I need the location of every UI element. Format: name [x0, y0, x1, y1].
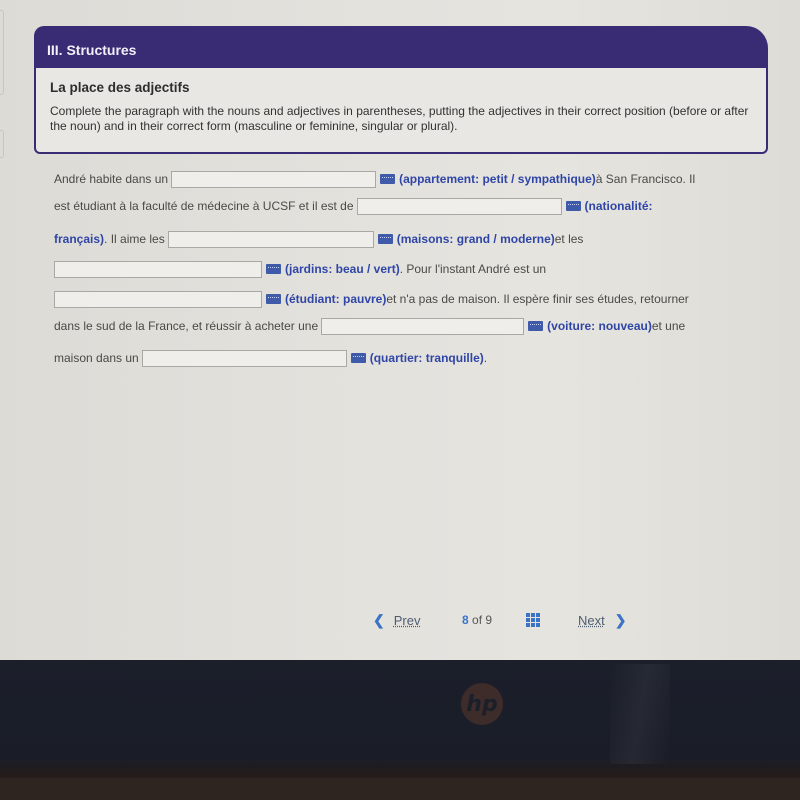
chevron-right-icon: ❯: [614, 612, 627, 628]
next-label: Next: [578, 613, 605, 628]
text: . Pour l'instant André est un: [399, 262, 547, 276]
side-panel-edge: [0, 130, 4, 158]
keyboard-icon[interactable]: [380, 174, 396, 184]
page-indicator: 8 of 9: [462, 613, 492, 627]
answer-input-4[interactable]: [54, 260, 262, 278]
keyboard-icon[interactable]: [565, 201, 581, 211]
prev-button[interactable]: ❮ Prev: [373, 612, 420, 629]
paragraph-line: (étudiant: pauvre) et n'a pas de maison.…: [54, 288, 689, 310]
hint-text: (étudiant: pauvre): [285, 292, 387, 306]
answer-input-1[interactable]: [171, 170, 377, 188]
hint-text: français): [54, 232, 105, 246]
text: dans le sud de la France, et réussir à a…: [54, 319, 319, 333]
text: maison dans un: [54, 351, 139, 365]
paragraph-line: (jardins: beau / vert) . Pour l'instant …: [54, 258, 546, 280]
instruction-body: La place des adjectifs Complete the para…: [34, 68, 768, 154]
pagination: ❮ Prev 8 of 9 Next ❯: [0, 610, 800, 632]
paragraph-line: André habite dans un (appartement: petit…: [54, 168, 695, 190]
exercise-instructions: Complete the paragraph with the nouns an…: [50, 104, 749, 133]
total-pages: 9: [485, 613, 493, 627]
monitor-base: [0, 778, 800, 800]
paragraph-line: maison dans un (quartier: tranquille) .: [54, 347, 487, 369]
keyboard-icon[interactable]: [266, 264, 281, 274]
keyboard-icon[interactable]: [266, 294, 281, 304]
of-label: of: [472, 613, 483, 627]
screen: III. Structures La place des adjectifs C…: [0, 0, 800, 662]
exercise-title: La place des adjectifs: [50, 80, 190, 95]
instruction-card: III. Structures La place des adjectifs C…: [34, 26, 768, 154]
paragraph-line: est étudiant à la faculté de médecine à …: [54, 195, 653, 217]
hint-text: (appartement: petit / sympathique): [399, 172, 596, 186]
paragraph-line: français) . Il aime les (maisons: grand …: [54, 228, 583, 250]
answer-input-2[interactable]: [356, 197, 562, 215]
answer-input-5[interactable]: [54, 290, 262, 308]
section-header-title: III. Structures: [47, 42, 137, 58]
keyboard-icon[interactable]: [528, 321, 544, 331]
hp-logo-icon: hp: [461, 683, 503, 725]
keyboard-icon[interactable]: [377, 234, 393, 244]
text: et une: [651, 319, 686, 333]
hint-text: (quartier: tranquille): [369, 351, 484, 365]
hint-text: (voiture: nouveau): [547, 319, 652, 333]
chevron-left-icon: ❮: [373, 612, 385, 628]
hint-text: (maisons: grand / moderne): [396, 232, 555, 246]
answer-input-7[interactable]: [141, 349, 347, 367]
text: à San Francisco. Il: [595, 172, 696, 186]
text: .: [483, 351, 488, 365]
bezel-reflection: [610, 664, 670, 764]
side-panel-edge: [0, 10, 4, 95]
prev-label: Prev: [393, 613, 421, 628]
text: est étudiant à la faculté de médecine à …: [54, 199, 354, 213]
current-page: 8: [462, 613, 469, 627]
text: et les: [554, 232, 584, 246]
paragraph-line: dans le sud de la France, et réussir à a…: [54, 315, 685, 337]
answer-input-3[interactable]: [167, 230, 374, 248]
next-button[interactable]: Next ❯: [578, 612, 626, 629]
text: . Il aime les: [104, 232, 165, 246]
section-header: III. Structures: [34, 26, 768, 70]
hint-text: (nationalité:: [584, 199, 653, 213]
answer-input-6[interactable]: [321, 317, 525, 335]
text: André habite dans un: [54, 172, 169, 186]
keyboard-icon[interactable]: [350, 353, 366, 363]
text: et n'a pas de maison. Il espère finir se…: [386, 292, 689, 306]
hint-text: (jardins: beau / vert): [285, 262, 400, 276]
grid-icon[interactable]: [526, 613, 540, 627]
